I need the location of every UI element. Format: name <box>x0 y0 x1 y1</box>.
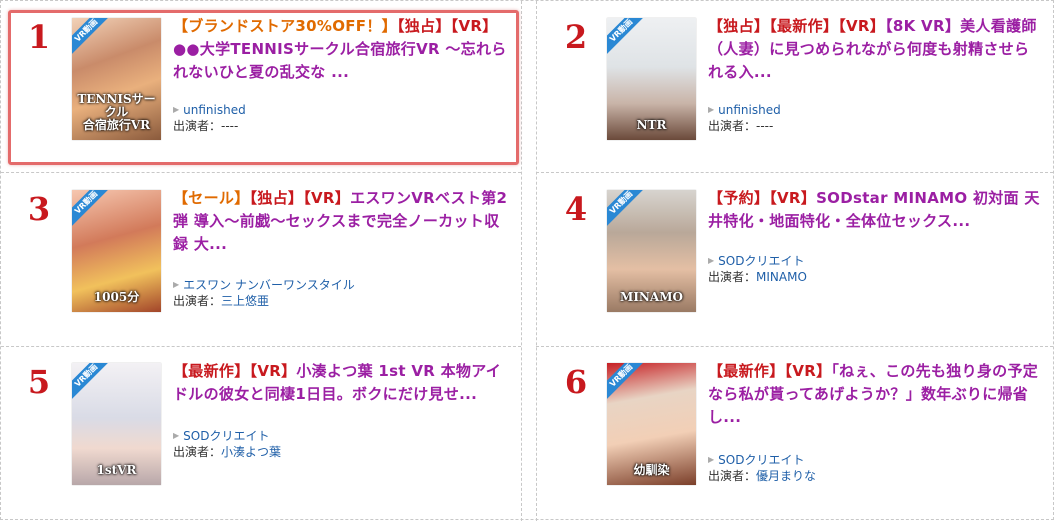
caret-right-icon: ▶ <box>708 256 715 265</box>
actress-label: 出演者： <box>173 119 222 133</box>
item-title-link[interactable]: 【セール】【独占】【VR】エスワンVRベスト第2弾 導入〜前戯〜セックスまで完全… <box>173 187 508 256</box>
title-tag: 【最新作】 <box>708 362 785 380</box>
actress-label: 出演者： <box>708 270 757 284</box>
item-meta: ▶ SODクリエイト 出演者：小湊よつ葉 <box>173 428 281 460</box>
item-meta: ▶ SODクリエイト 出演者：MINAMO <box>708 253 807 285</box>
cover-image-minamo[interactable]: VR動画 MINAMO <box>607 190 696 312</box>
item-title-link[interactable]: 【予約】【VR】SODstar MINAMO 初対面 天井特化・地面特化・全体位… <box>708 187 1043 233</box>
actress-label: 出演者： <box>173 445 222 459</box>
title-tag: 【VR】 <box>450 17 498 35</box>
cover-image-tennis[interactable]: VR動画 TENNISサークル 合宿旅行VR <box>72 18 161 140</box>
title-tag: 【VR】 <box>249 362 297 380</box>
caret-right-icon: ▶ <box>173 105 180 114</box>
actress-label: 出演者： <box>708 119 757 133</box>
cover-image-best[interactable]: VR動画 1005分 <box>72 190 161 312</box>
ranking-item[interactable]: 5 VR動画 1stVR 【最新作】【VR】小湊よつ葉 1st VR 本物アイドルの彼… <box>1 346 519 518</box>
actress-label: 出演者： <box>708 469 757 483</box>
actress-row: 出演者：三上悠亜 <box>173 293 355 309</box>
actress-link[interactable]: 優月まりな <box>756 469 816 483</box>
actress-label: 出演者： <box>173 294 222 308</box>
actress-row: 出演者：---- <box>708 118 781 134</box>
maker-row: ▶ SODクリエイト <box>708 253 807 269</box>
actress-row: 出演者：MINAMO <box>708 269 807 285</box>
maker-row: ▶ SODクリエイト <box>173 428 281 444</box>
cover-text: NTR <box>636 118 667 132</box>
rank-number: 5 <box>27 363 51 401</box>
rank-number: 2 <box>564 18 588 56</box>
item-title-link[interactable]: 【最新作】【VR】「ねぇ、この先も独り身の予定なら私が貰ってあげようか？」数年ぶ… <box>708 360 1043 429</box>
item-title-link[interactable]: 【独占】【最新作】【VR】【8K VR】美人看護師（人妻）に見つめられながら何度… <box>708 15 1043 84</box>
actress-link[interactable]: 三上悠亜 <box>221 294 269 308</box>
caret-right-icon: ▶ <box>708 105 715 114</box>
item-meta: ▶ エスワン ナンバーワンスタイル 出演者：三上悠亜 <box>173 277 355 309</box>
rank-number: 3 <box>27 190 51 228</box>
title-tag: 【VR】 <box>784 362 832 380</box>
cover-image-yotsuba[interactable]: VR動画 1stVR <box>72 363 161 485</box>
maker-row: ▶ unfinished <box>708 102 781 118</box>
cover-text: TENNISサークル 合宿旅行VR <box>77 92 156 132</box>
actress-link[interactable]: MINAMO <box>756 270 807 284</box>
caret-right-icon: ▶ <box>173 280 180 289</box>
maker-link[interactable]: SODクリエイト <box>718 253 804 269</box>
title-tag: 【セール】 <box>173 189 250 207</box>
maker-row: ▶ unfinished <box>173 102 246 118</box>
maker-link[interactable]: SODクリエイト <box>183 428 269 444</box>
title-tag: 【VR】 <box>769 189 817 207</box>
actress-row: 出演者：小湊よつ葉 <box>173 444 281 460</box>
rank-number: 1 <box>27 18 51 56</box>
cover-text: 1stVR <box>96 463 137 477</box>
maker-link[interactable]: unfinished <box>183 102 246 118</box>
title-tag: 【最新作】 <box>173 362 250 380</box>
item-title-link[interactable]: 【ブランドストア30%OFF！】【独占】【VR】 ●●大学TENNISサークル合宿… <box>173 15 508 84</box>
item-meta: ▶ SODクリエイト 出演者：優月まりな <box>708 452 816 484</box>
cover-text: 1005分 <box>93 290 140 304</box>
ranking-item[interactable]: 2 VR動画 NTR 【独占】【最新作】【VR】【8K VR】美人看護師（人妻）に見つ… <box>536 1 1054 173</box>
caret-right-icon: ▶ <box>708 455 715 464</box>
title-tag: 【ブランドストア30%OFF！】 <box>173 17 397 35</box>
title-tag: 【予約】 <box>708 189 770 207</box>
actress-row: 出演者：---- <box>173 118 246 134</box>
cover-text: 幼馴染 <box>633 463 670 477</box>
actress-row: 出演者：優月まりな <box>708 468 816 484</box>
maker-link[interactable]: unfinished <box>718 102 781 118</box>
item-meta: ▶ unfinished 出演者：---- <box>173 102 246 134</box>
title-tag: 【独占】 <box>249 189 304 207</box>
rank-number: 4 <box>564 190 588 228</box>
maker-row: ▶ エスワン ナンバーワンスタイル <box>173 277 355 293</box>
rank-number: 6 <box>564 363 588 401</box>
ranking-item[interactable]: 1 VR動画 TENNISサークル 合宿旅行VR 【ブランドストア30%OFF！】【独… <box>1 1 519 173</box>
cover-image-osananajimi[interactable]: VR動画 幼馴染 <box>607 363 696 485</box>
ranking-item[interactable]: 3 VR動画 1005分 【セール】【独占】【VR】エスワンVRベスト第2弾 導入〜前… <box>1 173 519 345</box>
divider <box>521 1 522 521</box>
caret-right-icon: ▶ <box>173 431 180 440</box>
cover-image-nurse[interactable]: VR動画 NTR <box>607 18 696 140</box>
title-tag: 【独占】 <box>396 17 451 35</box>
ranking-item[interactable]: 4 VR動画 MINAMO 【予約】【VR】SODstar MINAMO 初対面 天井… <box>536 173 1054 345</box>
item-title-link[interactable]: 【最新作】【VR】小湊よつ葉 1st VR 本物アイドルの彼女と同棲1日目。ボク… <box>173 360 508 406</box>
actress-link: ---- <box>756 119 774 133</box>
title-tag: 【最新作】 <box>769 17 839 35</box>
item-meta: ▶ unfinished 出演者：---- <box>708 102 781 134</box>
title-tag: 【独占】 <box>708 17 770 35</box>
ranking-item[interactable]: 6 VR動画 幼馴染 【最新作】【VR】「ねぇ、この先も独り身の予定なら私が貰ってあげ… <box>536 346 1054 518</box>
title-text: ●●大学TENNISサークル合宿旅行VR 〜忘れられないひと夏の乱交な ... <box>173 40 507 81</box>
actress-link: ---- <box>221 119 239 133</box>
maker-row: ▶ SODクリエイト <box>708 452 816 468</box>
maker-link[interactable]: SODクリエイト <box>718 452 804 468</box>
maker-link[interactable]: エスワン ナンバーワンスタイル <box>183 277 355 293</box>
cover-text: MINAMO <box>620 290 683 304</box>
ranking-grid: 1 VR動画 TENNISサークル 合宿旅行VR 【ブランドストア30%OFF！】【独… <box>0 0 1054 521</box>
title-tag: 【VR】 <box>838 17 886 35</box>
title-tag: 【VR】 <box>303 189 351 207</box>
actress-link[interactable]: 小湊よつ葉 <box>221 445 281 459</box>
